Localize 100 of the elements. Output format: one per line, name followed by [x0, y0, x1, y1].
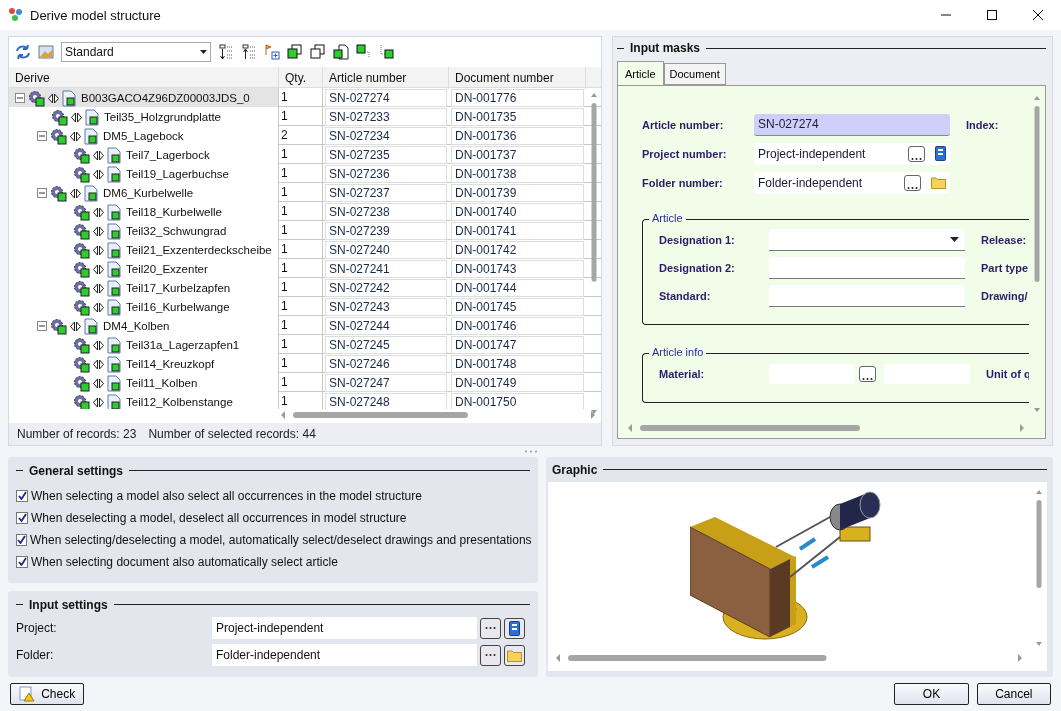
- article-number-field[interactable]: SN-027274: [325, 89, 447, 108]
- tree-item[interactable]: DM6_Kurbelwelle: [9, 183, 279, 204]
- document-icon: [107, 337, 121, 354]
- document-number-field[interactable]: DN-001747: [451, 336, 584, 355]
- item-name: Teil11_Kolben: [126, 377, 198, 390]
- copy-icon[interactable]: [310, 44, 326, 61]
- document-number-field[interactable]: DN-001743: [451, 260, 584, 279]
- checkbox[interactable]: [16, 511, 28, 524]
- article-number-field[interactable]: SN-027242: [325, 279, 447, 298]
- article-number-field[interactable]: SN-027248: [325, 393, 447, 410]
- gear-icon: [73, 166, 90, 183]
- article-number-field[interactable]: SN-027237: [325, 184, 447, 203]
- picker-button[interactable]: [504, 617, 525, 639]
- browse-button[interactable]: [908, 145, 925, 162]
- stack-icon[interactable]: [287, 44, 303, 61]
- collapse-button[interactable]: [37, 131, 47, 142]
- tree-item[interactable]: Teil11_Kolben: [9, 373, 279, 394]
- document-number-field[interactable]: DN-001742: [451, 241, 584, 260]
- sort-up-icon[interactable]: [241, 44, 257, 61]
- tree-item[interactable]: Teil31a_Lagerzapfen1: [9, 335, 279, 356]
- tree-item[interactable]: DM5_Lagebock: [9, 126, 279, 147]
- article-number-field[interactable]: SN-027245: [325, 336, 447, 355]
- document-number-field[interactable]: DN-001748: [451, 355, 584, 374]
- tab[interactable]: Article: [617, 61, 664, 85]
- node-parent-icon[interactable]: [379, 44, 395, 61]
- tree-item[interactable]: Teil14_Kreuzkopf: [9, 354, 279, 375]
- tab[interactable]: Document: [663, 63, 726, 85]
- document-number-field[interactable]: DN-001735: [451, 108, 584, 127]
- quantity-cell: 1: [279, 354, 323, 375]
- cancel-button[interactable]: Cancel: [976, 682, 1051, 705]
- document-number-field[interactable]: DN-001749: [451, 374, 584, 393]
- collapse-button[interactable]: [15, 93, 25, 104]
- column-header[interactable]: Qty.: [279, 67, 323, 90]
- tree-item[interactable]: Teil18_Kurbelwelle: [9, 202, 279, 223]
- view-dropdown[interactable]: Standard: [61, 42, 211, 63]
- article-number-field[interactable]: SN-027247: [325, 374, 447, 393]
- tree-item[interactable]: Teil35_Holzgrundplatte: [9, 107, 279, 128]
- ok-button[interactable]: OK: [894, 682, 969, 705]
- browse-button[interactable]: [904, 174, 921, 191]
- document-number-field[interactable]: DN-001744: [451, 279, 584, 298]
- article-number-field[interactable]: SN-027234: [325, 127, 447, 146]
- article-number-field[interactable]: SN-027238: [325, 203, 447, 222]
- article-number-field[interactable]: SN-027244: [325, 317, 447, 336]
- flag-add-icon[interactable]: [264, 44, 280, 61]
- checkbox[interactable]: [16, 555, 28, 568]
- tree-item[interactable]: DM4_Kolben: [9, 316, 279, 337]
- collapse-button[interactable]: [37, 321, 47, 332]
- document-number-field[interactable]: DN-001738: [451, 165, 584, 184]
- article-number-field[interactable]: SN-027241: [325, 260, 447, 279]
- input-field[interactable]: [769, 257, 965, 279]
- caret-icon: [200, 50, 207, 55]
- article-number-field[interactable]: SN-027246: [325, 355, 447, 374]
- input-field[interactable]: Folder-independent: [212, 644, 477, 667]
- input-field[interactable]: Project-independent: [212, 617, 477, 640]
- document-number-field[interactable]: DN-001740: [451, 203, 584, 222]
- document-number-field[interactable]: DN-001746: [451, 317, 584, 336]
- tree-item[interactable]: Teil20_Exzenter: [9, 259, 279, 280]
- article-number-field[interactable]: SN-027239: [325, 222, 447, 241]
- check-button[interactable]: Check: [10, 682, 85, 705]
- input-field[interactable]: Folder-independent: [754, 171, 950, 194]
- article-number-field[interactable]: SN-027233: [325, 108, 447, 127]
- article-number-field[interactable]: SN-027243: [325, 298, 447, 317]
- browse-button[interactable]: [480, 644, 501, 666]
- vertical-scrollbar[interactable]: [1032, 94, 1042, 414]
- splitter-grip[interactable]: [523, 449, 538, 453]
- horizontal-scrollbar[interactable]: [626, 422, 1026, 434]
- article-number-field[interactable]: SN-027236: [325, 165, 447, 184]
- tree-item[interactable]: Teil7_Lagerbock: [9, 145, 279, 166]
- document-number-field[interactable]: DN-001776: [451, 89, 584, 108]
- column-header[interactable]: Document number: [449, 67, 586, 90]
- browse-button[interactable]: [859, 366, 876, 382]
- document-number-field[interactable]: DN-001739: [451, 184, 584, 203]
- tree-item[interactable]: B003GACO4Z96DZ00003JDS_0: [9, 88, 279, 109]
- article-number-field[interactable]: SN-027240: [325, 241, 447, 260]
- document-number-field[interactable]: DN-001741: [451, 222, 584, 241]
- collapse-button[interactable]: [37, 188, 47, 199]
- horizontal-scrollbar[interactable]: [279, 409, 597, 422]
- refresh-icon[interactable]: [15, 44, 31, 61]
- sort-down-icon[interactable]: [218, 44, 234, 61]
- input-field[interactable]: Project-independent: [754, 142, 950, 165]
- browse-button[interactable]: [480, 617, 501, 639]
- tree-item[interactable]: Teil17_Kurbelzapfen: [9, 278, 279, 299]
- checkbox[interactable]: [16, 489, 28, 502]
- checkbox[interactable]: [16, 533, 27, 546]
- dropdown-field[interactable]: [769, 229, 965, 251]
- tree-item[interactable]: Teil16_Kurbelwange: [9, 297, 279, 318]
- input-field[interactable]: SN-027274: [754, 113, 950, 136]
- article-number-field[interactable]: SN-027235: [325, 146, 447, 165]
- document-number-field[interactable]: DN-001736: [451, 127, 584, 146]
- horizontal-scrollbar[interactable]: [554, 651, 1024, 664]
- tree-item[interactable]: Teil19_Lagerbuchse: [9, 164, 279, 185]
- tree-item[interactable]: Teil32_Schwungrad: [9, 221, 279, 242]
- document-number-field[interactable]: DN-001737: [451, 146, 584, 165]
- picker-button[interactable]: [504, 644, 525, 666]
- tree-item[interactable]: Teil21_Exzenterdeckscheibe: [9, 240, 279, 261]
- document-number-field[interactable]: DN-001745: [451, 298, 584, 317]
- input-field[interactable]: [769, 285, 965, 307]
- document-stack-icon[interactable]: [333, 44, 349, 61]
- document-number-field[interactable]: DN-001750: [451, 393, 584, 410]
- column-header[interactable]: Article number: [323, 67, 449, 90]
